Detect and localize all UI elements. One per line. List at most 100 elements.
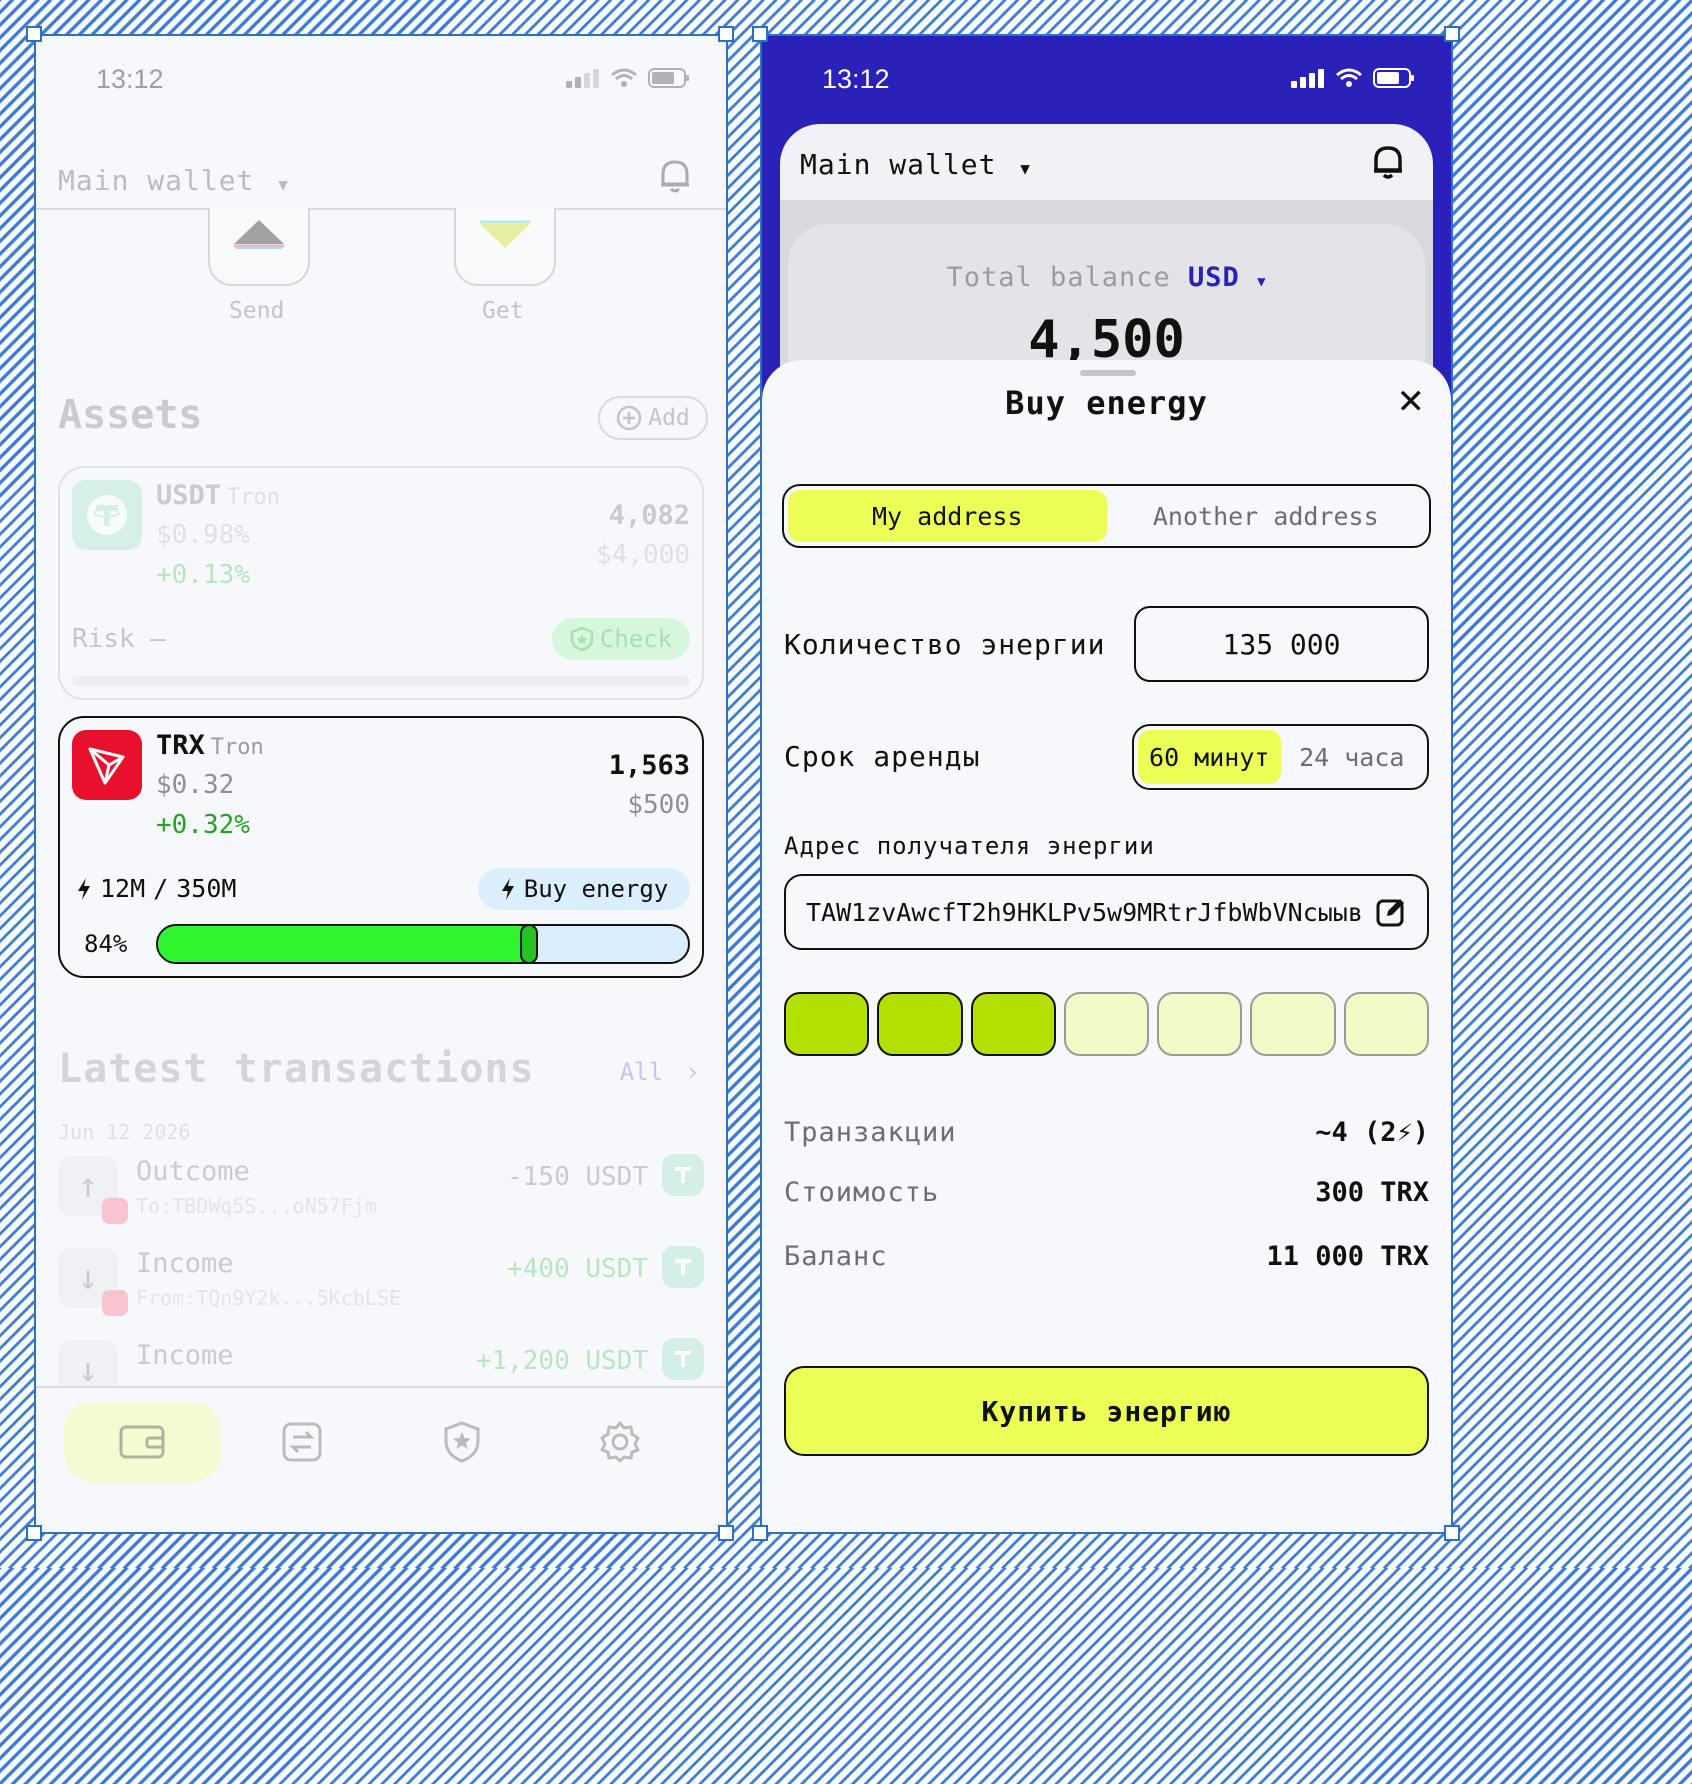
duration-24-hours[interactable]: 24 часа — [1281, 730, 1424, 784]
lightning-icon — [501, 878, 514, 900]
close-icon[interactable]: ✕ — [1397, 382, 1426, 422]
selection-handle[interactable] — [26, 1525, 42, 1541]
rent-duration-toggle: 60 минут 24 часа — [1132, 724, 1429, 790]
transaction-title: Income — [136, 1340, 234, 1371]
currency-selector[interactable]: USD ▼ — [1188, 262, 1266, 293]
coin-change: +0.32% — [156, 810, 250, 840]
selection-handle[interactable] — [1444, 1525, 1460, 1541]
wifi-icon — [1336, 68, 1362, 87]
nav-swap[interactable] — [224, 1402, 380, 1482]
energy-percent: 84% — [84, 930, 128, 958]
bell-icon[interactable] — [658, 158, 692, 198]
asset-card-trx[interactable]: TRX Tron $0.32 +0.32% 1,563 $500 12M / 35… — [58, 716, 704, 978]
selection-handle[interactable] — [1444, 26, 1460, 42]
selection-handle[interactable] — [718, 1525, 734, 1541]
chevron-down-icon: ▼ — [278, 175, 289, 194]
info-label: Стоимость — [784, 1176, 940, 1208]
shield-star-icon — [570, 626, 594, 652]
energy-level-cell[interactable] — [1063, 992, 1150, 1056]
battery-icon — [648, 68, 689, 88]
nav-wallet[interactable] — [64, 1402, 220, 1482]
status-time: 13:12 — [822, 64, 890, 94]
energy-level-cell[interactable] — [1157, 992, 1243, 1056]
selection-handle[interactable] — [26, 26, 42, 42]
selection-handle[interactable] — [752, 26, 768, 42]
chevron-down-icon: ▼ — [1020, 159, 1031, 178]
lightning-icon — [78, 877, 90, 900]
coin-amount: 4,082 — [608, 500, 690, 531]
check-risk-button[interactable]: Check — [552, 618, 690, 660]
status-bar: 13:12 — [36, 36, 726, 126]
get-button[interactable] — [454, 208, 556, 286]
transaction-row[interactable]: ↓ Income +1,200 USDT — [58, 1336, 704, 1386]
tron-badge-icon — [102, 1290, 128, 1316]
wifi-icon — [611, 68, 637, 87]
info-label: Транзакции — [784, 1116, 957, 1148]
send-button[interactable] — [208, 208, 310, 286]
wallet-name: Main wallet — [800, 148, 997, 181]
nav-security[interactable] — [384, 1402, 540, 1482]
arrow-down-icon: ↓ — [58, 1340, 118, 1386]
add-asset-button[interactable]: Add — [598, 396, 708, 440]
tether-icon — [662, 1338, 704, 1380]
recipient-address-input[interactable]: TAW1zvAwcfT2h9HKLPv5w9MRtrJfbWbVNсыыв — [784, 874, 1429, 950]
selection-handle[interactable] — [718, 26, 734, 42]
info-label: Баланс — [784, 1240, 888, 1272]
buy-energy-label: Buy energy — [523, 875, 669, 903]
energy-level-cells — [784, 992, 1429, 1056]
transaction-amount: -150 USDT — [507, 1162, 648, 1192]
coin-change: +0.13% — [156, 560, 250, 590]
currency-code: USD — [1188, 262, 1240, 293]
tab-another-address[interactable]: Another address — [1107, 490, 1426, 542]
energy-usage: 12M / 350M — [76, 874, 236, 903]
buy-energy-submit-button[interactable]: Купить энергию — [784, 1366, 1429, 1456]
buy-energy-screen: 13:12 Main wallet ▼ Total balance USD ▼ … — [760, 34, 1453, 1534]
wallet-selector[interactable]: Main wallet ▼ — [800, 148, 1031, 181]
get-label: Get — [482, 298, 524, 324]
selection-handle[interactable] — [752, 1525, 768, 1541]
signal-icon — [1291, 69, 1324, 88]
rent-duration-label: Срок аренды — [784, 740, 981, 773]
energy-level-cell[interactable] — [877, 992, 963, 1056]
edit-icon[interactable] — [1375, 896, 1407, 928]
info-value: ~4 (2⚡) — [1315, 1116, 1429, 1148]
bottom-nav — [36, 1386, 726, 1532]
wallet-name: Main wallet — [58, 164, 255, 197]
all-transactions-link[interactable]: All › — [620, 1058, 700, 1086]
all-label: All — [619, 1058, 664, 1086]
asset-card-usdt[interactable]: USDT Tron $0.98% +0.13% 4,082 $4,000 Risk… — [58, 466, 704, 700]
total-balance-text: Total balance — [946, 262, 1171, 293]
tether-icon — [662, 1154, 704, 1196]
energy-total: 350M — [176, 874, 237, 903]
transaction-amount: +1,200 USDT — [475, 1346, 648, 1376]
check-label: Check — [599, 625, 673, 653]
receive-icon — [480, 220, 530, 248]
coin-price: $0.32 — [156, 770, 235, 800]
info-value: 11 000 TRX — [1266, 1240, 1429, 1272]
info-row-cost: Стоимость 300 TRX — [784, 1172, 1429, 1212]
transactions-title: Latest transactions — [58, 1046, 535, 1092]
plus-circle-icon — [616, 405, 642, 431]
energy-amount-input[interactable]: 135 000 — [1134, 606, 1429, 682]
transaction-row[interactable]: ↑ Outcome To:TBDWq5S...oN57Fjm -150 USDT — [58, 1152, 704, 1232]
tab-my-address[interactable]: My address — [788, 490, 1107, 542]
coin-ticker: TRX Tron — [156, 730, 264, 761]
sheet-grabber[interactable] — [1080, 370, 1136, 376]
energy-level-cell[interactable] — [784, 992, 870, 1056]
coin-ticker: USDT Tron — [156, 480, 280, 511]
buy-energy-sheet: Buy energy ✕ My address Another address … — [762, 360, 1451, 1532]
info-row-clipped — [784, 1332, 1429, 1346]
wallet-screen: 13:12 Main wallet ▼ Send Get Assets Add … — [34, 34, 728, 1534]
duration-60-min[interactable]: 60 минут — [1138, 730, 1281, 784]
transaction-row[interactable]: ↓ Income From:TQn9Y2k...5KcbLSE +400 USD… — [58, 1244, 704, 1324]
risk-label: Risk – — [72, 624, 166, 654]
energy-level-cell[interactable] — [1343, 992, 1429, 1056]
nav-settings[interactable] — [542, 1402, 698, 1482]
energy-level-cell[interactable] — [1250, 992, 1336, 1056]
buy-energy-button[interactable]: Buy energy — [478, 868, 690, 910]
wallet-selector[interactable]: Main wallet ▼ — [58, 164, 289, 197]
add-label: Add — [648, 405, 690, 431]
energy-level-cell[interactable] — [970, 992, 1056, 1056]
info-row-transactions: Транзакции ~4 (2⚡) — [784, 1112, 1429, 1152]
bell-icon[interactable] — [1371, 144, 1405, 184]
